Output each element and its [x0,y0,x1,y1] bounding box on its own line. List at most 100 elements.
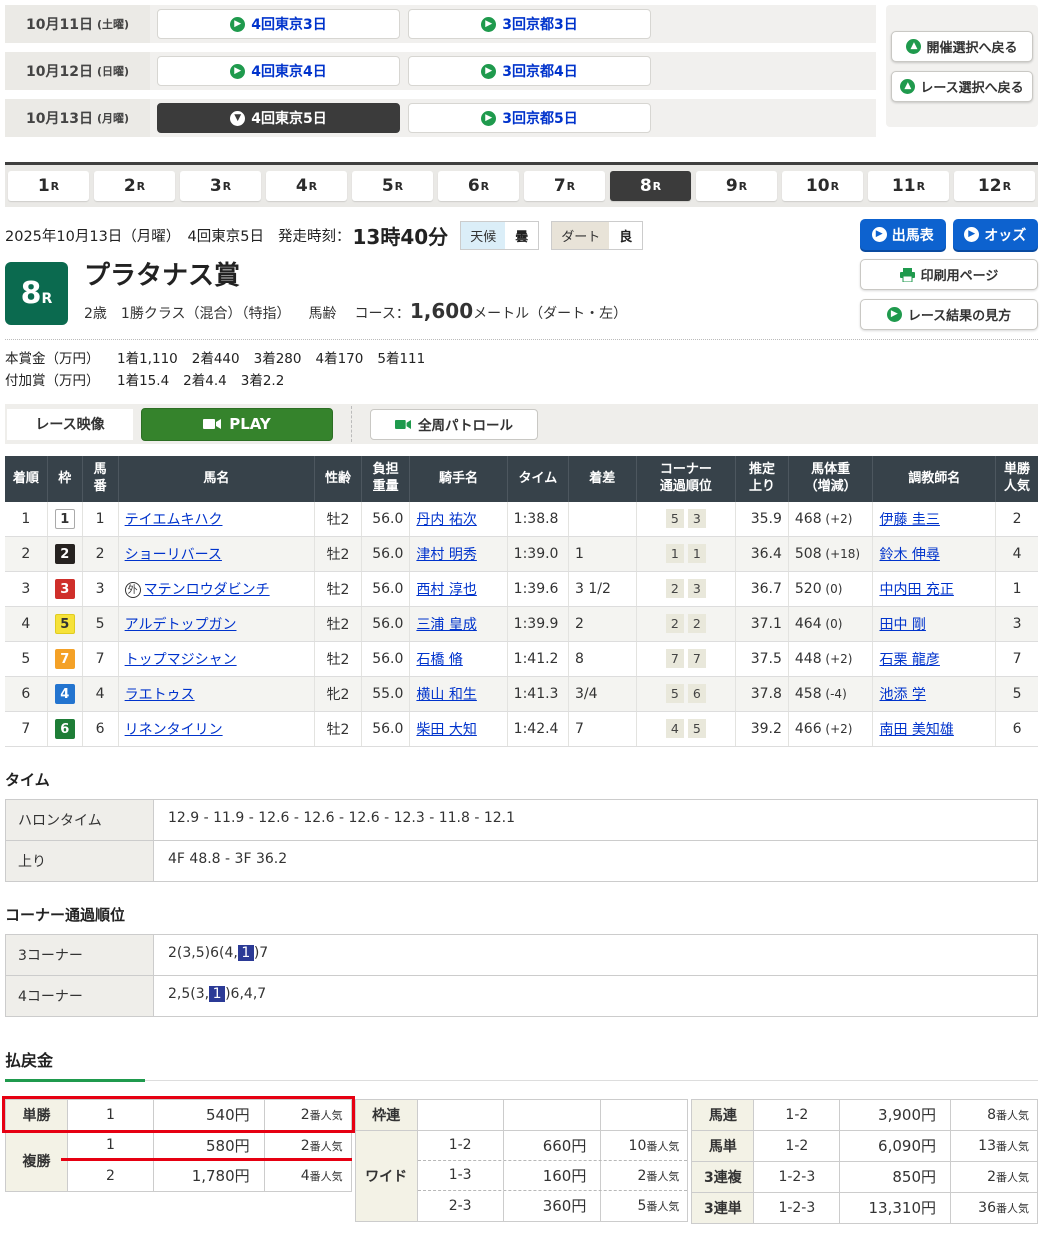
load-weight: 56.0 [361,502,410,537]
corner-position-badge: 1 [688,544,706,563]
frame-cell: 3 [47,571,82,606]
jockey-name-link[interactable]: 津村 明秀 [416,547,476,563]
date-row: 10月12日(日曜)▶4回東京4日▶3回京都4日 [5,52,876,90]
win-favorite-rank: 4 [996,536,1038,571]
print-page-button[interactable]: 印刷用ページ [860,259,1038,290]
race-tab-4r[interactable]: 4R [266,171,347,201]
age-rule: 馬齢 [309,303,337,323]
horse-name-link[interactable]: テイエムキハク [125,512,223,528]
race-tab-10r[interactable]: 10R [782,171,863,201]
race-tab-number: 6 [468,176,480,196]
jockey-name-link[interactable]: 西村 淳也 [416,582,476,598]
jockey-cell: 津村 明秀 [410,536,507,571]
trainer-name-link[interactable]: 池添 学 [879,687,925,703]
jockey-name-link[interactable]: 三浦 皇成 [416,617,476,633]
corner-position-badge: 1 [666,544,684,563]
patrol-video-button[interactable]: 全周パトロール [370,409,538,440]
margin: 3/4 [568,676,636,711]
corner-position-badge: 2 [666,614,684,633]
race-tab-number: 9 [726,176,738,196]
race-tab-6r[interactable]: 6R [438,171,519,201]
frame-cell: 1 [47,502,82,537]
payout-row: 2-3360円5番人気 [418,1191,688,1221]
payout-favorite: 13番人気 [951,1131,1037,1161]
payout-bet-type: 馬連 [692,1100,754,1130]
payout-favorite [601,1100,687,1130]
chevron-up-circle-icon: ▲ [906,39,921,54]
meeting-button[interactable]: ▶3回京都4日 [408,56,651,86]
horse-name-link[interactable]: リネンタイリン [125,722,223,738]
payout-amount: 580円 [154,1131,265,1160]
payout-group-複勝: 複勝1580円2番人気21,780円4番人気 [5,1130,352,1192]
meeting-button[interactable]: ▶3回京都5日 [408,103,651,133]
race-tab-9r[interactable]: 9R [696,171,777,201]
race-tab-3r[interactable]: 3R [180,171,261,201]
column-header: 着差 [568,456,636,502]
corner-row-label: 3コーナー [6,935,154,975]
play-label: PLAY [229,415,271,433]
meeting-button[interactable]: ▶3回京都3日 [408,9,651,39]
frame-number-badge: 6 [55,719,75,739]
weather-label: 天候 [461,222,505,249]
payout-combination: 2-3 [418,1191,504,1221]
favorite-rank: 2 [987,1169,996,1185]
payout-row: 21,780円4番人気 [68,1161,351,1191]
meeting-button[interactable]: ▶4回東京4日 [157,56,400,86]
payout-combination: 1 [68,1100,154,1130]
finish-position: 2 [5,536,47,571]
meeting-button[interactable]: ▶4回東京3日 [157,9,400,39]
jockey-name-link[interactable]: 横山 和生 [416,687,476,703]
horse-name-link[interactable]: ラエトゥス [125,687,195,703]
prize-money: 本賞金（万円） 1着1,1102着4403着2804着1705着111 付加賞（… [5,339,1038,392]
entry-table-label: 出馬表 [892,225,934,245]
sex-age: 牡2 [315,711,362,746]
race-tab-5r[interactable]: 5R [352,171,433,201]
race-tab-suffix: R [739,180,747,193]
horse-name-link[interactable]: トップマジシャン [125,652,237,668]
favorite-suffix: 番人気 [996,1138,1029,1154]
race-tab-2r[interactable]: 2R [94,171,175,201]
payout-bet-type: 馬単 [692,1131,754,1161]
race-tab-8r[interactable]: 8R [610,171,691,201]
trainer-name-link[interactable]: 田中 剛 [879,617,925,633]
how-to-read-button[interactable]: ▶ レース結果の見方 [860,299,1038,330]
horse-name-link[interactable]: マテンロウダビンチ [144,582,270,598]
race-tab-11r[interactable]: 11R [868,171,949,201]
horse-name-link[interactable]: アルデトップガン [125,617,237,633]
payout-combination: 2 [68,1161,154,1191]
table-row: 577トップマジシャン牡256.0石橋 脩1:41.287737.5448 (+… [5,641,1038,676]
jockey-name-link[interactable]: 柴田 大知 [416,722,476,738]
favorite-rank: 2 [301,1138,310,1154]
payout-heading: 払戻金 [5,1047,1038,1071]
trainer-name-link[interactable]: 石栗 龍彦 [879,652,939,668]
trainer-name-link[interactable]: 南田 美知雄 [879,722,953,738]
race-tab-12r[interactable]: 12R [954,171,1035,201]
frame-cell: 2 [47,536,82,571]
meeting-label: 3回京都4日 [502,61,577,81]
day-of-week: (日曜) [97,63,129,79]
payout-bet-type: 枠連 [356,1100,418,1130]
jockey-name-link[interactable]: 石橋 脩 [416,652,462,668]
odds-button[interactable]: ▶ オッズ [953,219,1039,250]
trainer-cell: 池添 学 [873,676,996,711]
body-weight-cell: 458 (-4) [788,676,873,711]
jockey-name-link[interactable]: 丹内 祐次 [416,512,476,528]
prize-rank: 4着 [316,351,338,367]
back-to-race-select-button[interactable]: ▲ レース選択へ戻る [891,71,1033,102]
margin [568,502,636,537]
play-button[interactable]: PLAY [141,408,333,441]
race-tab-1r[interactable]: 1R [8,171,89,201]
horse-name-link[interactable]: ショーリバース [125,547,222,563]
odds-label: オッズ [984,225,1026,245]
chevron-right-circle-icon: ▶ [230,17,245,32]
patrol-label: 全周パトロール [418,414,513,434]
trainer-name-link[interactable]: 中内田 充正 [879,582,953,598]
entry-table-button[interactable]: ▶ 出馬表 [860,219,946,250]
back-to-meeting-button[interactable]: ▲ 開催選択へ戻る [891,31,1033,62]
meeting-button[interactable]: ▼4回東京5日 [157,103,400,133]
race-tab-7r[interactable]: 7R [524,171,605,201]
trainer-name-link[interactable]: 鈴木 伸尋 [879,547,939,563]
trainer-name-link[interactable]: 伊藤 圭三 [879,512,939,528]
favorite-rank: 10 [629,1138,647,1154]
payout-tables: 単勝1540円2番人気複勝1580円2番人気21,780円4番人気 枠連ワイド1… [5,1099,1038,1224]
